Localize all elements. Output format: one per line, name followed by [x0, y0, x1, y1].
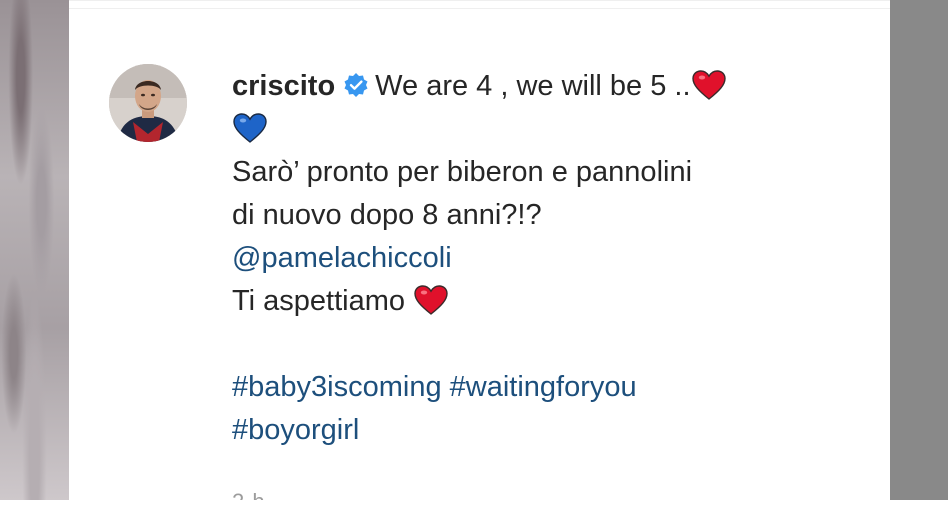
verified-badge-icon [343, 68, 369, 97]
post-photo-edge[interactable] [0, 0, 69, 505]
post-caption: criscito We are 4 , we will be 5 .. Sarò’… [232, 65, 852, 452]
caption-text-line-3: di nuovo dopo 8 anni?!? [232, 199, 542, 231]
caption-last-line: Ti aspettiamo [232, 280, 852, 323]
caption-text-line-2: Sarò’ pronto per biberon e pannolini [232, 156, 693, 188]
hashtag-link[interactable]: #boyorgirl [232, 409, 852, 452]
window-bottom-edge [0, 500, 948, 505]
username-link[interactable]: criscito [232, 70, 335, 102]
avatar[interactable] [109, 64, 187, 142]
caption-text-line-5: Ti aspettiamo [232, 285, 405, 317]
divider [69, 8, 890, 9]
caption-heart-line [232, 108, 852, 151]
post-comment-panel: criscito We are 4 , we will be 5 .. Sarò’… [69, 0, 890, 505]
modal-backdrop[interactable] [890, 0, 948, 505]
instagram-post-view: criscito We are 4 , we will be 5 .. Sarò’… [0, 0, 948, 505]
mention-link[interactable]: @pamelachiccoli [232, 237, 852, 280]
hashtag-line: #baby3iscoming #waitingforyou [232, 366, 852, 409]
red-heart-icon [413, 284, 449, 316]
avatar-image [109, 64, 187, 142]
red-heart-icon [691, 69, 727, 101]
caption-text-line-1: We are 4 , we will be 5 .. [375, 70, 691, 102]
blue-heart-icon [232, 112, 268, 144]
hashtag-link[interactable]: #waitingforyou [450, 371, 637, 403]
hashtag-link[interactable]: #baby3iscoming [232, 371, 442, 403]
caption-first-line: criscito We are 4 , we will be 5 .. [232, 65, 852, 108]
